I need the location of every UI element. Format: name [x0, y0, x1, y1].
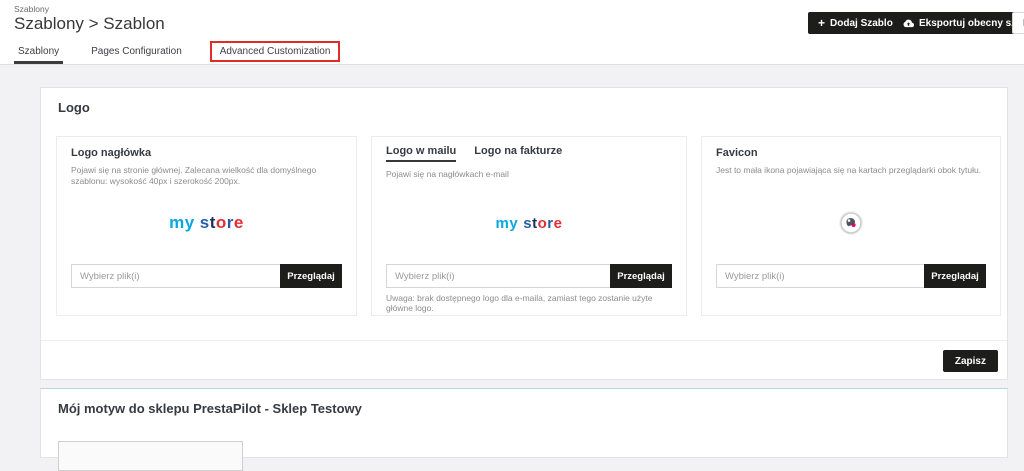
- logo-card-footer: Zapisz: [41, 340, 1007, 379]
- favicon-title: Favicon: [716, 147, 758, 159]
- cloud-upload-icon: [903, 18, 914, 29]
- header-logo-file-row: Przeglądaj: [71, 264, 342, 288]
- export-label: Eksportuj obecny szablon: [919, 18, 1024, 29]
- theme-card: Mój motyw do sklepu PrestaPilot - Sklep …: [40, 388, 1008, 458]
- favicon-preview: [702, 189, 1000, 257]
- header-logo-title: Logo nagłówka: [71, 147, 151, 159]
- store-logo-word: my: [496, 215, 519, 232]
- logo-card: Logo Logo nagłówka Pojawi się na stronie…: [40, 87, 1008, 380]
- header-logo-browse-button[interactable]: Przeglądaj: [280, 264, 342, 288]
- add-template-label: Dodaj Szablon: [830, 18, 899, 29]
- mail-logo-preview: mystore: [372, 189, 686, 257]
- tab-advanced-customization[interactable]: Advanced Customization: [220, 46, 331, 57]
- store-logo-letter: s: [200, 213, 210, 232]
- breadcrumb: Szablony: [14, 4, 49, 14]
- help-button[interactable]: Pomoc: [1012, 12, 1024, 34]
- theme-card-title: Mój motyw do sklepu PrestaPilot - Sklep …: [58, 401, 362, 416]
- store-logo-letter: e: [234, 213, 244, 232]
- mail-logo-tabs: Logo w mailu Logo na fakturze: [386, 145, 562, 162]
- favicon-description: Jest to mała ikona pojawiająca się na ka…: [716, 165, 986, 176]
- mail-logo-panel: Logo w mailu Logo na fakturze Pojawi się…: [371, 136, 687, 316]
- store-logo-letter: e: [554, 215, 563, 232]
- tab-logo-w-mailu[interactable]: Logo w mailu: [386, 145, 456, 162]
- header-logo-file-input[interactable]: [71, 264, 280, 288]
- mail-logo-file-input[interactable]: [386, 264, 610, 288]
- mail-logo-file-row: Przeglądaj: [386, 264, 672, 288]
- theme-thumbnail: [58, 441, 243, 471]
- store-logo-letter: o: [538, 215, 548, 232]
- export-current-template-button[interactable]: Eksportuj obecny szablon: [893, 12, 1024, 34]
- save-button[interactable]: Zapisz: [943, 350, 998, 372]
- favicon-file-input[interactable]: [716, 264, 924, 288]
- store-logo-letter: r: [227, 213, 234, 232]
- logo-card-title: Logo: [58, 100, 90, 115]
- favicon-browse-button[interactable]: Przeglądaj: [924, 264, 986, 288]
- store-logo-image: mystore: [496, 215, 563, 232]
- tab-logo-na-fakturze[interactable]: Logo na fakturze: [474, 145, 562, 162]
- header-logo-preview: mystore: [57, 189, 356, 257]
- mail-logo-description: Pojawi się na nagłówkach e-mail: [386, 169, 672, 180]
- tab-pages-configuration[interactable]: Pages Configuration: [87, 38, 186, 64]
- store-logo-image: mystore: [169, 213, 244, 233]
- plus-icon: +: [818, 17, 825, 29]
- header-logo-description: Pojawi się na stronie głównej. Zalecana …: [71, 165, 342, 188]
- header-logo-panel: Logo nagłówka Pojawi się na stronie głów…: [56, 136, 357, 316]
- page-title: Szablony > Szablon: [14, 14, 165, 34]
- favicon-file-row: Przeglądaj: [716, 264, 986, 288]
- annotation-red-box: Advanced Customization: [210, 41, 341, 62]
- store-logo-word: my: [169, 213, 195, 232]
- page-header: Szablony Szablony > Szablon + Dodaj Szab…: [0, 0, 1024, 38]
- mail-logo-note: Uwaga: brak dostępnego logo dla e-maila,…: [386, 293, 672, 313]
- prestashop-favicon-icon: [839, 211, 863, 235]
- favicon-panel: Favicon Jest to mała ikona pojawiająca s…: [701, 136, 1001, 316]
- store-logo-letter: o: [216, 213, 227, 232]
- store-logo-letter: s: [523, 215, 532, 232]
- main-tab-bar: Szablony Pages Configuration Advanced Cu…: [0, 38, 1024, 65]
- mail-logo-browse-button[interactable]: Przeglądaj: [610, 264, 672, 288]
- tab-szablony[interactable]: Szablony: [14, 38, 63, 64]
